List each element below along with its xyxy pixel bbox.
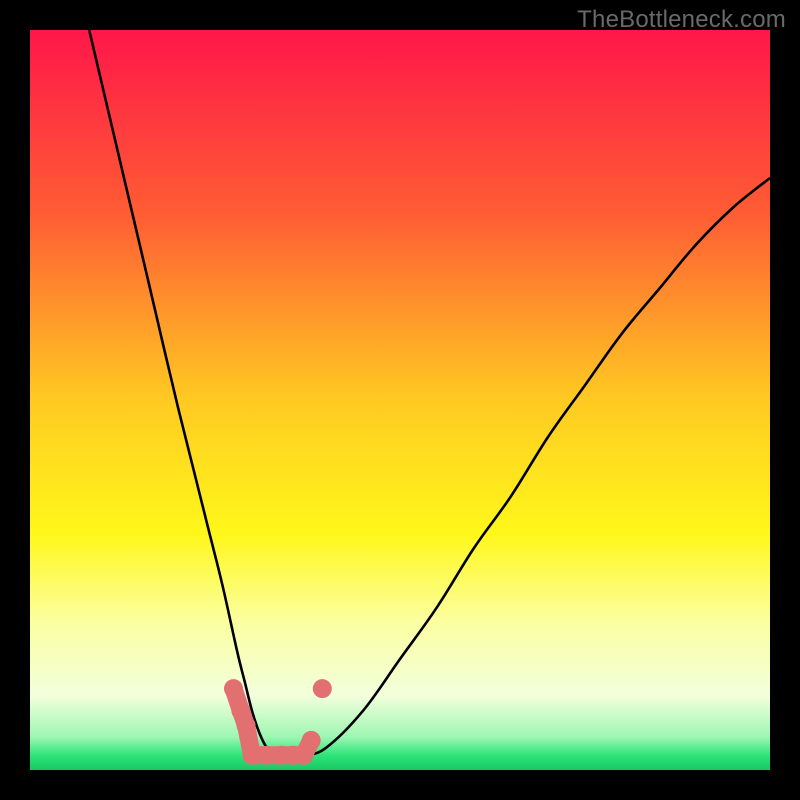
watermark-text: TheBottleneck.com [577, 6, 786, 34]
chart-frame: TheBottleneck.com [0, 0, 800, 800]
curve-path [89, 30, 770, 756]
highlight-dots [224, 679, 332, 765]
plot-area [30, 30, 770, 770]
bottleneck-curve [30, 30, 770, 770]
